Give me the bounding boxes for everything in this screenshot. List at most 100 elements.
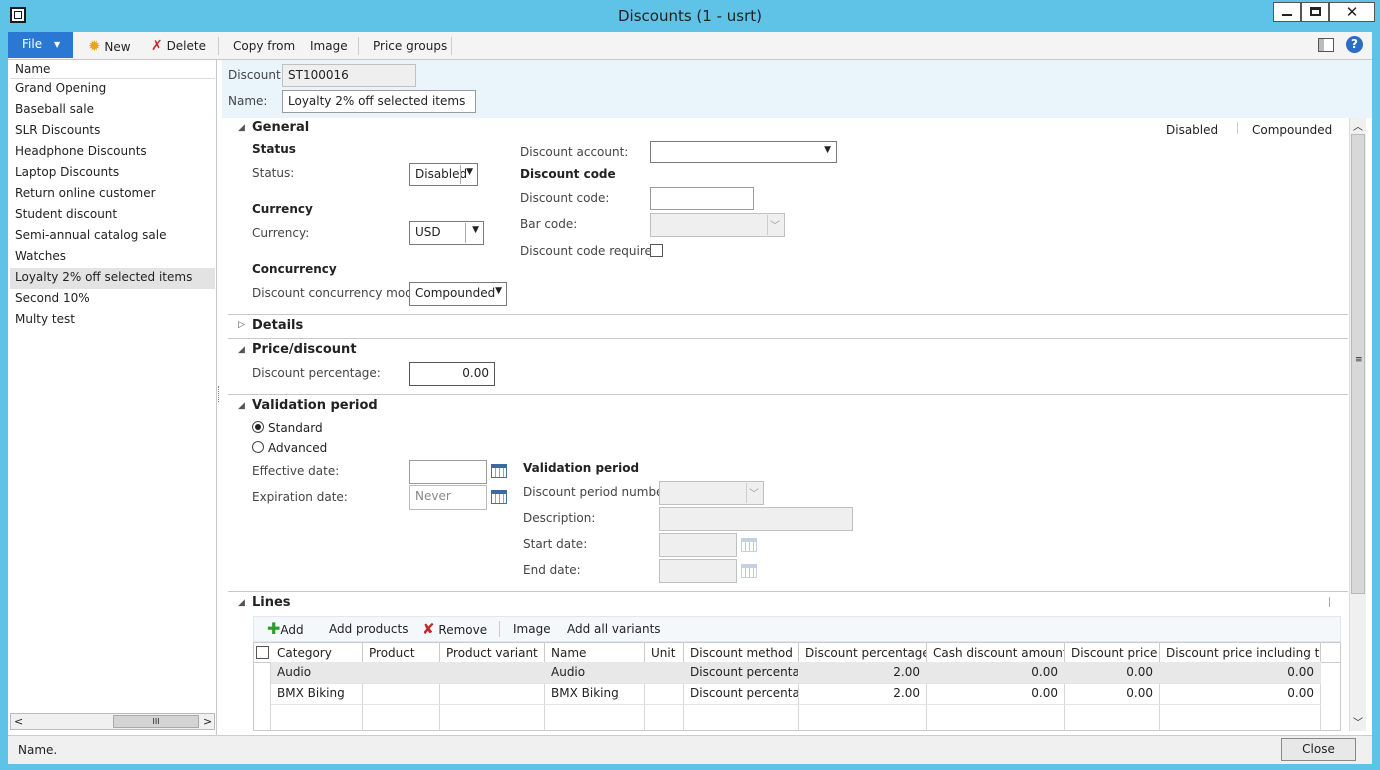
advanced-label[interactable]: Advanced [268, 441, 327, 455]
effective-date-field[interactable] [409, 460, 487, 484]
close-form-button[interactable]: Close [1281, 738, 1356, 761]
table-cell[interactable]: Discount percentage [684, 683, 798, 704]
list-item[interactable]: Laptop Discounts [15, 165, 119, 179]
add-all-variants-button[interactable]: Add all variants [567, 617, 661, 641]
image-button[interactable]: Image [310, 32, 348, 60]
expand-triangle-icon[interactable]: ▷ [238, 320, 245, 330]
table-cell[interactable]: Audio [271, 662, 362, 683]
table-cell[interactable]: 0.00 [1065, 662, 1159, 683]
close-window-button[interactable]: ✕ [1329, 2, 1375, 22]
list-scrollbar-horizontal[interactable]: < III > [10, 713, 215, 730]
table-cell[interactable] [440, 683, 544, 704]
table-cell[interactable]: 0.00 [1065, 683, 1159, 704]
discount-percentage-field[interactable]: 0.00 [409, 362, 495, 386]
list-item[interactable]: Student discount [15, 207, 117, 221]
table-cell[interactable]: 0.00 [927, 683, 1064, 704]
advanced-radio[interactable] [252, 441, 264, 453]
discount-code-field[interactable] [650, 187, 754, 210]
table-cell[interactable]: 2.00 [799, 683, 926, 704]
list-item[interactable]: Headphone Discounts [15, 144, 147, 158]
general-section-title[interactable]: General [252, 120, 309, 135]
scroll-down-icon[interactable]: ﹀ [1353, 714, 1363, 729]
column-header[interactable]: Discount price [1065, 643, 1160, 663]
column-header[interactable]: Discount price including tax [1160, 643, 1321, 663]
table-cell[interactable]: BMX Biking [271, 683, 362, 704]
table-cell[interactable]: Audio [545, 662, 644, 683]
list-item[interactable]: Loyalty 2% off selected items [15, 270, 192, 284]
table-cell[interactable] [645, 683, 683, 704]
calendar-icon[interactable] [491, 464, 507, 478]
scroll-right-icon[interactable]: > [203, 715, 212, 728]
file-menu-button[interactable]: File ▼ [8, 32, 73, 58]
copy-from-button[interactable]: Copy from [233, 32, 295, 60]
help-icon[interactable]: ? [1346, 36, 1363, 53]
column-header[interactable]: Unit [645, 643, 684, 663]
column-header[interactable]: Product variant [440, 643, 545, 663]
list-item[interactable]: Semi-annual catalog sale [15, 228, 166, 242]
form-scroll-thumb[interactable]: ≡ [1351, 134, 1365, 594]
price-discount-section-title[interactable]: Price/discount [252, 342, 357, 357]
maximize-button[interactable] [1301, 2, 1329, 22]
add-label: Add [280, 623, 304, 637]
column-header[interactable]: Name [545, 643, 645, 663]
scroll-up-icon[interactable]: ︿ [1353, 118, 1363, 133]
column-header[interactable]: Product [363, 643, 440, 663]
scroll-left-icon[interactable]: < [14, 715, 23, 728]
divider [228, 591, 1348, 592]
price-groups-button[interactable]: Price groups [373, 32, 447, 60]
scroll-thumb[interactable]: III [113, 715, 199, 728]
currency-dropdown[interactable]: USD ▼ [409, 221, 484, 245]
list-item[interactable]: Multy test [15, 312, 75, 326]
list-item[interactable]: Baseball sale [15, 102, 94, 116]
list-item[interactable]: Second 10% [15, 291, 90, 305]
table-cell[interactable]: BMX Biking [545, 683, 644, 704]
list-header[interactable]: Name [10, 60, 215, 79]
name-field[interactable]: Loyalty 2% off selected items [282, 90, 476, 113]
collapse-triangle-icon[interactable]: ◢ [238, 123, 245, 133]
concurrency-dropdown[interactable]: Compounded ▼ [409, 282, 507, 306]
layout-toggle-icon[interactable] [1318, 38, 1334, 52]
status-dropdown[interactable]: Disabled ▼ [409, 163, 478, 186]
lines-image-button[interactable]: Image [513, 617, 551, 641]
column-header[interactable]: Category [271, 643, 363, 663]
splitter-grip[interactable] [218, 386, 221, 402]
column-header[interactable]: Discount percentage [799, 643, 927, 663]
standard-label[interactable]: Standard [268, 421, 323, 435]
expiration-date-field[interactable]: Never [409, 485, 487, 510]
table-cell[interactable]: 0.00 [1160, 662, 1320, 683]
list-item[interactable]: Grand Opening [15, 81, 106, 95]
code-required-checkbox[interactable] [650, 244, 663, 257]
collapse-triangle-icon[interactable]: ◢ [238, 598, 245, 608]
details-section-title[interactable]: Details [252, 318, 303, 333]
table-cell[interactable]: Discount percentage [684, 662, 798, 683]
add-line-button[interactable]: ✚Add [267, 617, 304, 641]
sun-icon: ✹ [88, 37, 101, 55]
table-cell[interactable] [645, 662, 683, 683]
remove-label: Remove [438, 623, 488, 637]
lines-section-title[interactable]: Lines [252, 595, 291, 610]
standard-radio[interactable] [252, 421, 264, 433]
form-scrollbar[interactable]: ︿ ≡ ﹀ [1349, 118, 1366, 731]
list-item[interactable]: Watches [15, 249, 66, 263]
remove-line-button[interactable]: ✘ Remove [422, 617, 487, 641]
table-cell[interactable]: 0.00 [1160, 683, 1320, 704]
table-cell[interactable] [363, 683, 439, 704]
new-button[interactable]: ✹ New [88, 32, 131, 60]
collapse-triangle-icon[interactable]: ◢ [238, 401, 245, 411]
table-cell[interactable]: 0.00 [927, 662, 1064, 683]
minimize-button[interactable] [1273, 2, 1301, 22]
table-cell[interactable]: 2.00 [799, 662, 926, 683]
add-products-button[interactable]: Add products [329, 617, 408, 641]
collapse-triangle-icon[interactable]: ◢ [238, 345, 245, 355]
calendar-icon[interactable] [491, 490, 507, 504]
table-cell[interactable] [440, 662, 544, 683]
table-cell[interactable] [363, 662, 439, 683]
list-item[interactable]: Return online customer [15, 186, 156, 200]
validation-section-title[interactable]: Validation period [252, 398, 378, 413]
discount-account-dropdown[interactable]: ▼ [650, 141, 837, 163]
list-item[interactable]: SLR Discounts [15, 123, 100, 137]
delete-button[interactable]: ✗ Delete [151, 32, 206, 60]
column-header[interactable]: Cash discount amount [927, 643, 1065, 663]
select-all-checkbox[interactable] [256, 646, 269, 659]
column-header[interactable]: Discount method [684, 643, 799, 663]
